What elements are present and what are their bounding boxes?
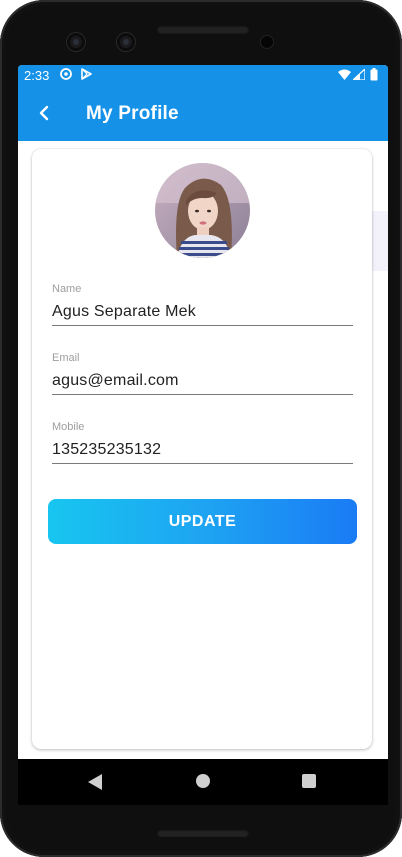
chevron-left-icon: [39, 105, 49, 121]
page-title: My Profile: [86, 103, 179, 124]
bottom-speaker: [157, 829, 249, 837]
update-button[interactable]: UPDATE: [48, 499, 357, 544]
profile-photo: [155, 163, 250, 258]
signal-icon: [353, 69, 365, 80]
battery-icon: [370, 68, 378, 81]
phone-frame: 2:33 My Profile Name Agus Separate Mek E…: [0, 0, 402, 857]
name-input[interactable]: Agus Separate Mek: [52, 303, 353, 326]
home-circle-icon[interactable]: [196, 774, 210, 788]
front-camera-icon: [117, 33, 135, 51]
email-field: Email agus@email.com: [52, 352, 353, 395]
app-bar: My Profile: [18, 86, 388, 141]
status-time: 2:33: [24, 68, 50, 83]
play-store-icon: [81, 68, 92, 80]
back-button[interactable]: [30, 99, 58, 127]
name-label: Name: [52, 283, 82, 295]
mobile-label: Mobile: [52, 421, 85, 433]
mobile-field: Mobile 135235235132: [52, 421, 353, 464]
wifi-icon: [338, 69, 351, 80]
recents-square-icon[interactable]: [302, 774, 316, 788]
app-screen: 2:33 My Profile Name Agus Separate Mek E…: [18, 65, 388, 805]
profile-card: Name Agus Separate Mek Email agus@email.…: [32, 149, 372, 749]
email-label: Email: [52, 352, 80, 364]
email-input[interactable]: agus@email.com: [52, 372, 353, 395]
front-camera-icon: [67, 33, 85, 51]
notification-ring-icon: [60, 68, 72, 80]
status-bar: 2:33: [18, 65, 388, 86]
name-field: Name Agus Separate Mek: [52, 283, 353, 326]
mobile-input[interactable]: 135235235132: [52, 441, 353, 464]
back-triangle-icon[interactable]: [87, 773, 103, 791]
avatar[interactable]: [155, 163, 250, 258]
earpiece-speaker: [157, 25, 249, 33]
proximity-sensor: [261, 36, 273, 48]
system-nav-bar: [18, 759, 388, 805]
